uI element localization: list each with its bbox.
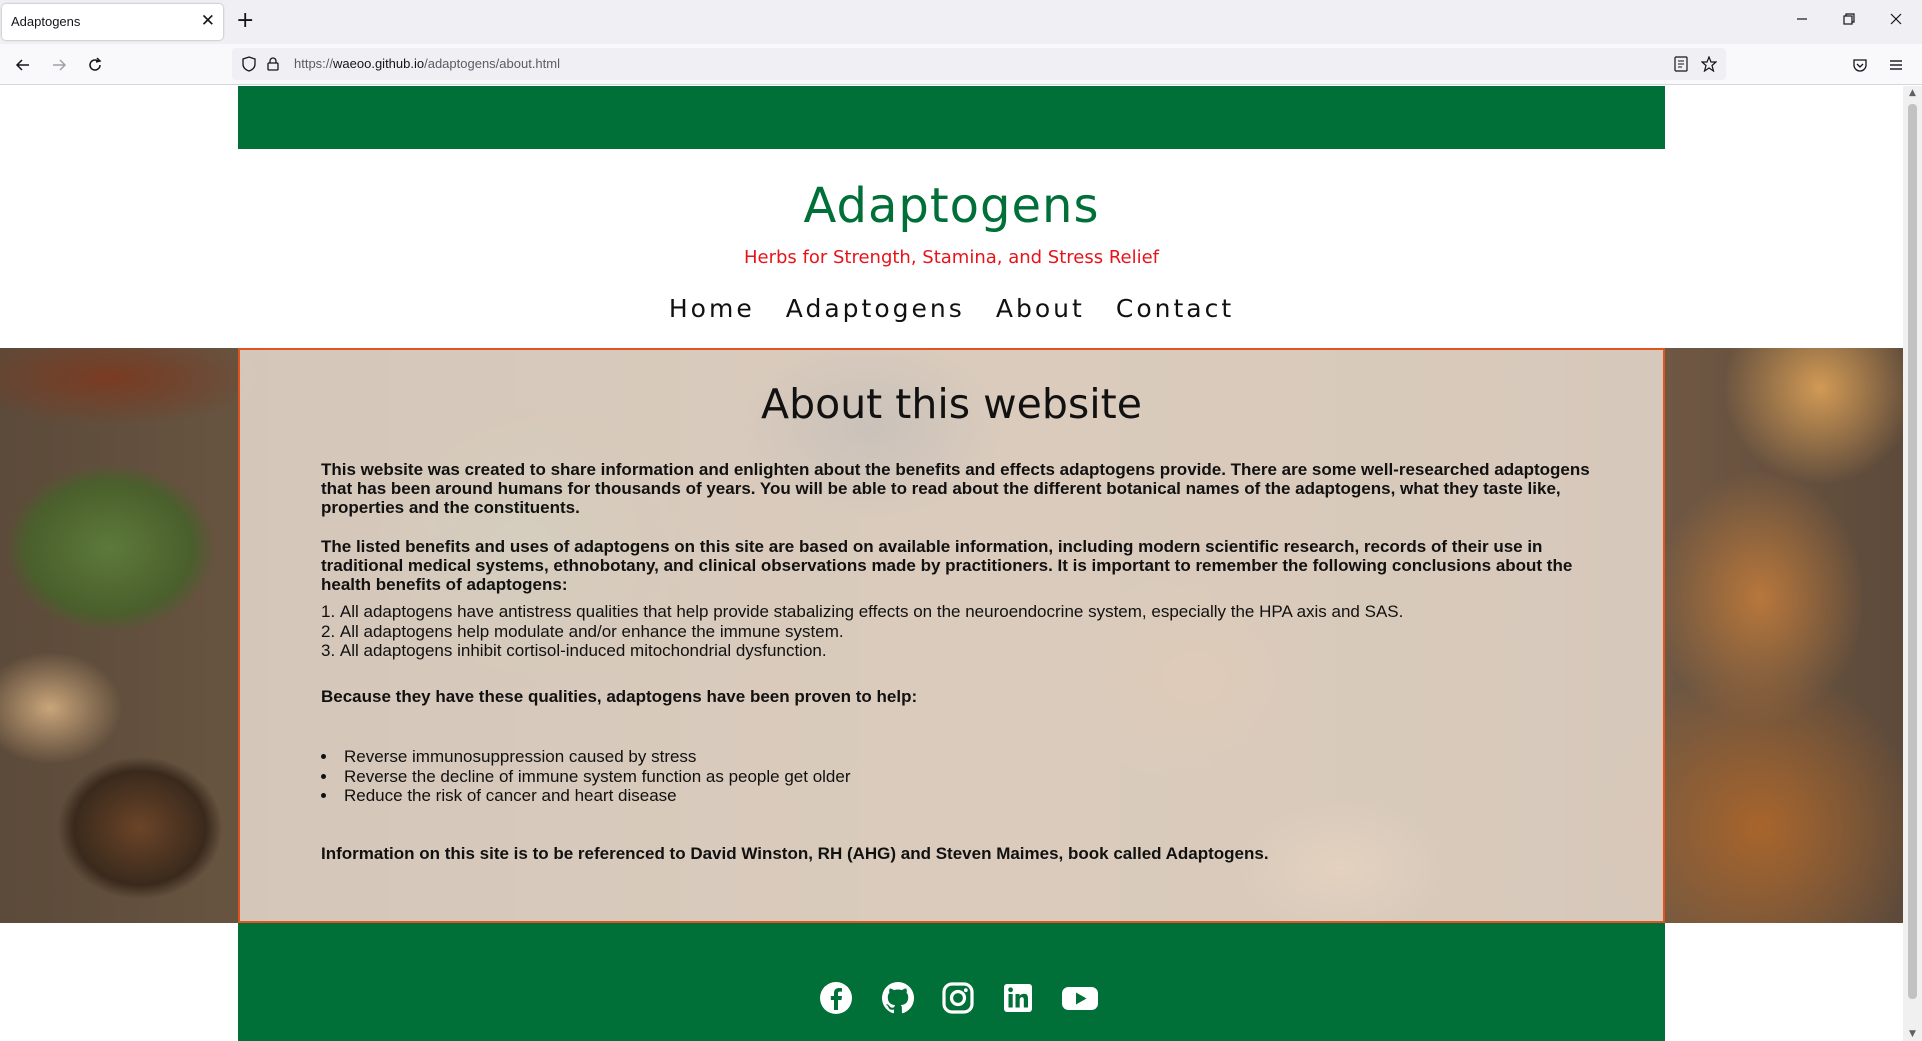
app-menu-icon[interactable] [1882, 51, 1910, 79]
github-icon[interactable] [880, 980, 916, 1016]
list-item: All adaptogens have antistress qualities… [321, 602, 1611, 622]
main-navigation: Home Adaptogens About Contact [0, 294, 1903, 323]
list-item: All adaptogens help modulate and/or enha… [321, 622, 1611, 642]
browser-toolbar: https://waeoo.github.io/adaptogens/about… [0, 44, 1922, 85]
address-bar[interactable]: https://waeoo.github.io/adaptogens/about… [232, 48, 1726, 80]
tab-title: Adaptogens [11, 14, 81, 29]
about-heading: About this website [761, 380, 1142, 428]
linkedin-icon[interactable] [1000, 980, 1036, 1016]
reference-paragraph: Information on this site is to be refere… [321, 844, 1269, 863]
browser-tab-strip: Adaptogens ✕ + [0, 0, 1922, 44]
scroll-up-icon[interactable]: ▲ [1907, 88, 1918, 98]
close-window-icon[interactable] [1889, 8, 1903, 34]
browser-tab-active[interactable]: Adaptogens ✕ [2, 4, 223, 40]
list-item: Reverse the decline of immune system fun… [321, 767, 1611, 787]
shield-icon[interactable] [238, 53, 260, 75]
site-footer [238, 923, 1665, 1041]
nav-link-about[interactable]: About [996, 294, 1085, 323]
close-tab-icon[interactable]: ✕ [201, 11, 215, 31]
benefits-list: Reverse immunosuppression caused by stre… [321, 747, 1611, 806]
page-viewport: Adaptogens Herbs for Strength, Stamina, … [0, 86, 1903, 1041]
nav-link-contact[interactable]: Contact [1116, 294, 1234, 323]
page-scrollbar[interactable]: ▲ ▼ [1903, 86, 1922, 1041]
nav-link-home[interactable]: Home [669, 294, 755, 323]
back-arrow-icon[interactable] [9, 51, 37, 79]
reload-icon[interactable] [81, 51, 109, 79]
facebook-icon[interactable] [818, 980, 854, 1016]
reader-view-icon[interactable] [1670, 53, 1692, 75]
youtube-icon[interactable] [1060, 980, 1100, 1016]
url-prefix: https:// [294, 56, 334, 71]
list-item: Reduce the risk of cancer and heart dise… [321, 786, 1611, 806]
scroll-down-icon[interactable]: ▼ [1907, 1029, 1918, 1039]
pocket-icon[interactable] [1846, 51, 1874, 79]
url-path: /adaptogens/about.html [424, 56, 560, 71]
minimize-window-icon[interactable] [1795, 8, 1809, 34]
bookmark-star-icon[interactable] [1698, 53, 1720, 75]
header-band [238, 86, 1665, 149]
nav-link-adaptogens[interactable]: Adaptogens [786, 294, 965, 323]
scrollbar-thumb[interactable] [1908, 104, 1917, 999]
url-host: waeoo.github.io [333, 56, 425, 71]
list-item: Reverse immunosuppression caused by stre… [321, 747, 1611, 767]
instagram-icon[interactable] [940, 980, 976, 1016]
new-tab-button[interactable]: + [236, 9, 254, 33]
about-intro-paragraph: This website was created to share inform… [321, 460, 1590, 517]
qualities-intro-paragraph: Because they have these qualities, adapt… [321, 687, 918, 706]
url-text[interactable]: https://waeoo.github.io/adaptogens/about… [294, 56, 560, 71]
restore-window-icon[interactable] [1842, 8, 1856, 34]
conclusions-list: All adaptogens have antistress qualities… [321, 602, 1611, 661]
lock-icon[interactable] [262, 53, 284, 75]
about-section: About this website This website was crea… [238, 348, 1665, 923]
list-item: All adaptogens inhibit cortisol-induced … [321, 641, 1611, 661]
about-basis-paragraph: The listed benefits and uses of adaptoge… [321, 537, 1573, 594]
site-title: Adaptogens [803, 178, 1100, 234]
site-tagline: Herbs for Strength, Stamina, and Stress … [743, 247, 1160, 268]
forward-arrow-icon[interactable] [45, 51, 73, 79]
